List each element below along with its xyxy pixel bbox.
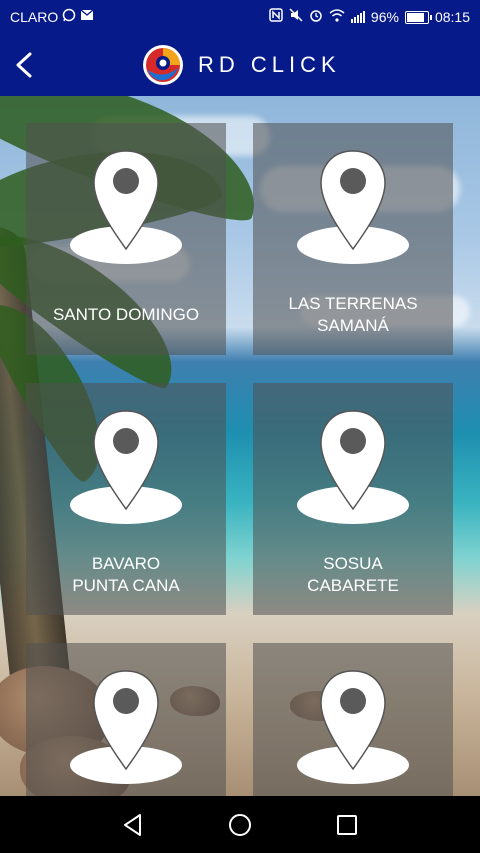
nav-back-icon[interactable] <box>116 808 150 842</box>
rd-click-logo-icon <box>143 45 183 85</box>
location-pin-icon <box>297 670 409 784</box>
tile-label: LAS TERRENAS SAMANÁ <box>288 294 418 335</box>
alarm-icon <box>309 8 323 26</box>
tile-location-6[interactable] <box>253 643 453 796</box>
mute-icon <box>289 8 303 26</box>
app-bar: RD CLICK <box>0 34 480 96</box>
tile-bavaro-punta-cana[interactable]: BAVARO PUNTA CANA <box>26 383 226 615</box>
location-pin-icon <box>70 150 182 264</box>
whatsapp-icon <box>62 8 76 26</box>
tile-label: BAVARO PUNTA CANA <box>72 554 180 595</box>
status-left: CLARO <box>10 8 94 26</box>
location-pin-icon <box>297 410 409 524</box>
clock: 08:15 <box>434 9 470 25</box>
battery-icon <box>404 10 432 24</box>
nfc-icon <box>269 8 283 26</box>
nav-recents-icon[interactable] <box>330 808 364 842</box>
tile-las-terrenas-samana[interactable]: LAS TERRENAS SAMANÁ <box>253 123 453 355</box>
signal-icon <box>350 11 365 23</box>
tile-sosua-cabarete[interactable]: SOSUA CABARETE <box>253 383 453 615</box>
carrier-name: CLARO <box>10 9 59 25</box>
tile-label: SOSUA CABARETE <box>307 554 399 595</box>
status-right: 96% 08:15 <box>269 8 470 26</box>
brand: RD CLICK <box>142 44 341 86</box>
tile-label: SANTO DOMINGO <box>52 305 200 324</box>
app-title: RD CLICK <box>198 52 341 77</box>
status-bar: CLARO 96% 08:15 <box>0 0 480 34</box>
tile-location-5[interactable] <box>26 643 226 796</box>
system-nav-bar <box>0 796 480 853</box>
mail-icon <box>80 9 94 25</box>
location-pin-icon <box>70 410 182 524</box>
location-pin-icon <box>297 150 409 264</box>
location-pin-icon <box>70 670 182 784</box>
back-arrow-icon[interactable] <box>8 46 44 84</box>
nav-home-icon[interactable] <box>223 808 257 842</box>
battery-percent: 96% <box>370 9 399 25</box>
wifi-icon <box>329 8 345 26</box>
tile-santo-domingo[interactable]: SANTO DOMINGO <box>26 123 226 355</box>
